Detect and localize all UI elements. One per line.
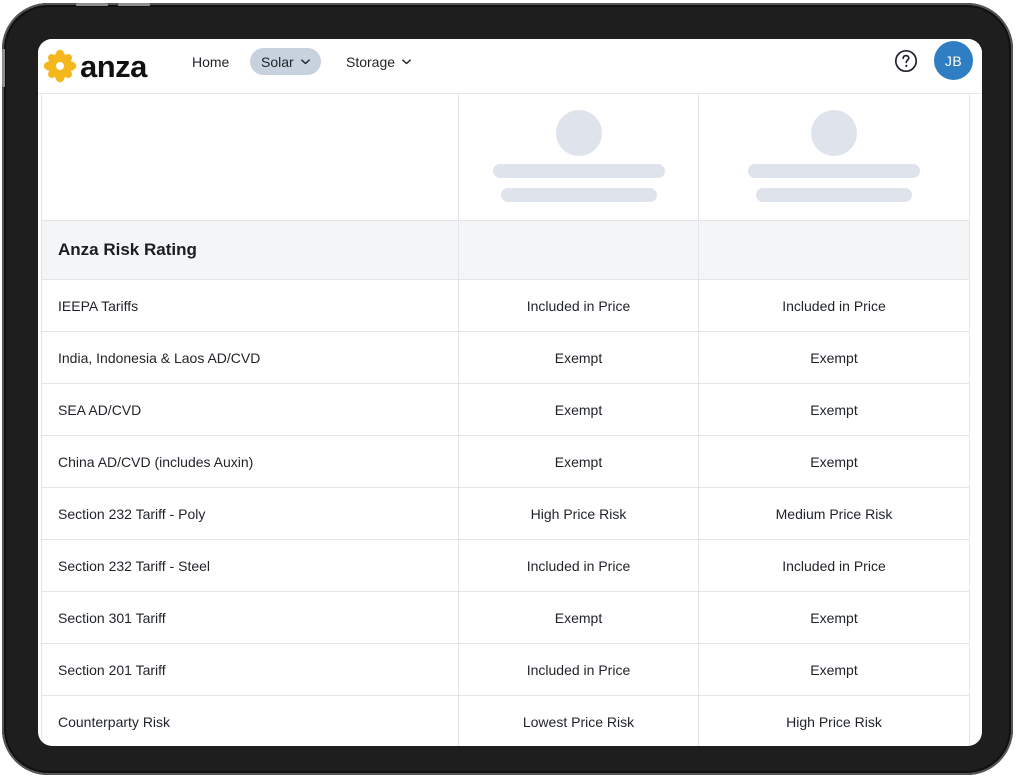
table-grid: Anza Risk Rating IEEPA Tariffs Included i… [42,93,969,746]
row-label-cell: Counterparty Risk [42,696,458,746]
logo-wordmark: anza [80,48,147,84]
row-label-cell-text: India, Indonesia & Laos AD/CVD [58,349,261,366]
product-b-value: Included in Price [698,540,969,591]
product-a-value: Included in Price [458,540,698,591]
row-label-cell: Section 232 Tariff - Poly [42,488,458,539]
product-a-value-text: Exempt [554,453,603,470]
product-b-value: Exempt [698,384,969,435]
table-row: Section 301 Tariff Exempt Exempt [42,592,969,644]
table-row: Section 232 Tariff - Steel Included in Pr… [42,540,969,592]
row-label-cell: IEEPA Tariffs [42,280,458,331]
row-label-cell-text: Section 232 Tariff - Steel [58,557,211,574]
product-a-value-text: Included in Price [526,557,631,574]
product-b-value: Included in Price [698,280,969,331]
product-a-value-text: Exempt [554,401,603,418]
product-b-value: Exempt [698,332,969,383]
nav-storage-label: Storage [346,53,396,70]
product-placeholder [698,93,969,220]
product-a-value: Included in Price [458,644,698,695]
table-row: IEEPA Tariffs Included in Price Included i… [42,280,969,332]
image-placeholder [555,110,602,156]
product-a-value: Exempt [458,332,698,383]
text-placeholder [756,188,912,202]
product-b-value-text: Exempt [810,453,858,470]
side-button [2,49,5,87]
product-a-value-text: Included in Price [526,297,631,314]
row-label-cell-text: IEEPA Tariffs [58,297,139,314]
user-avatar[interactable]: JB [934,41,973,80]
product-a-value: Exempt [458,592,698,643]
product-b-value: High Price Risk [698,696,969,746]
top-navbar: anza Home Solar Storage JB [38,39,982,94]
product-b-value-text: Exempt [810,401,858,418]
product-header-row [42,93,969,221]
product-a-value: High Price Risk [458,488,698,539]
product-b-value: Medium Price Risk [698,488,969,539]
product-a-value: Lowest Price Risk [458,696,698,746]
product-b-value-text: High Price Risk [786,713,882,730]
row-label-cell: Section 301 Tariff [42,592,458,643]
product-b-value-text: Exempt [810,609,858,626]
help-circle-icon[interactable] [894,49,918,73]
nav-solar-label: Solar [261,53,294,70]
table-row: SEA AD/CVD Exempt Exempt [42,384,969,436]
row-label-cell-text: Section 232 Tariff - Poly [58,505,206,522]
empty-header-cell [42,93,458,220]
table-row: Section 232 Tariff - Poly High Price Risk… [42,488,969,540]
product-a-value-text: Lowest Price Risk [522,713,635,730]
product-b-value-text: Medium Price Risk [775,505,893,522]
section-empty-cell [698,221,969,279]
product-b-value-text: Exempt [810,349,858,366]
volume-button [118,3,150,6]
row-label-cell-text: SEA AD/CVD [58,401,142,418]
text-placeholder [492,164,665,178]
chevron-down-icon [402,59,411,65]
nav-home[interactable]: Home [184,48,237,75]
text-placeholder [500,188,657,202]
tablet-frame: anza Home Solar Storage JB Anza Risk Rat… [2,3,1013,775]
volume-button [76,3,108,6]
row-label-cell-text: Counterparty Risk [58,713,171,730]
product-a-value-text: Exempt [554,609,603,626]
app-screen: anza Home Solar Storage JB Anza Risk Rat… [38,39,982,746]
nav-solar[interactable]: Solar [250,48,321,75]
product-a-value: Exempt [458,384,698,435]
section-header-row: Anza Risk Rating [42,221,969,280]
anza-logo[interactable]: anza [43,44,147,88]
text-placeholder [748,164,920,178]
table-row: Section 201 Tariff Included in Price Exemp… [42,644,969,696]
product-b-value: Exempt [698,592,969,643]
product-b-value-text: Included in Price [782,297,886,314]
row-label-cell: Section 201 Tariff [42,644,458,695]
row-label-cell-text: Section 301 Tariff [58,609,166,626]
product-b-value: Exempt [698,436,969,487]
row-label-cell-text: Section 201 Tariff [58,661,166,678]
row-label-cell: India, Indonesia & Laos AD/CVD [42,332,458,383]
product-b-value-text: Included in Price [782,557,886,574]
table-row: Counterparty Risk Lowest Price Risk High P… [42,696,969,746]
row-label-cell: China AD/CVD (includes Auxin) [42,436,458,487]
section-empty-cell [458,221,698,279]
product-a-value: Exempt [458,436,698,487]
comparison-table: Anza Risk Rating IEEPA Tariffs Included i… [41,93,970,746]
section-title: Anza Risk Rating [58,240,197,259]
row-label-cell: SEA AD/CVD [42,384,458,435]
table-row: India, Indonesia & Laos AD/CVD Exempt Exem… [42,332,969,384]
product-a-value: Included in Price [458,280,698,331]
chevron-down-icon [300,59,310,65]
section-title-cell: Anza Risk Rating [42,221,458,279]
product-a-value-text: Exempt [554,349,603,366]
nav-home-label: Home [192,53,230,70]
product-b-value-text: Exempt [810,661,858,678]
product-b-value: Exempt [698,644,969,695]
row-label-cell: Section 232 Tariff - Steel [42,540,458,591]
flower-logo-icon [43,49,77,83]
row-label-cell-text: China AD/CVD (includes Auxin) [58,453,254,470]
product-a-value-text: High Price Risk [530,505,627,522]
image-placeholder [811,110,857,156]
nav-storage[interactable]: Storage [338,48,420,75]
table-row: China AD/CVD (includes Auxin) Exempt Exemp… [42,436,969,488]
product-placeholder [458,93,698,220]
product-a-value-text: Included in Price [526,661,631,678]
